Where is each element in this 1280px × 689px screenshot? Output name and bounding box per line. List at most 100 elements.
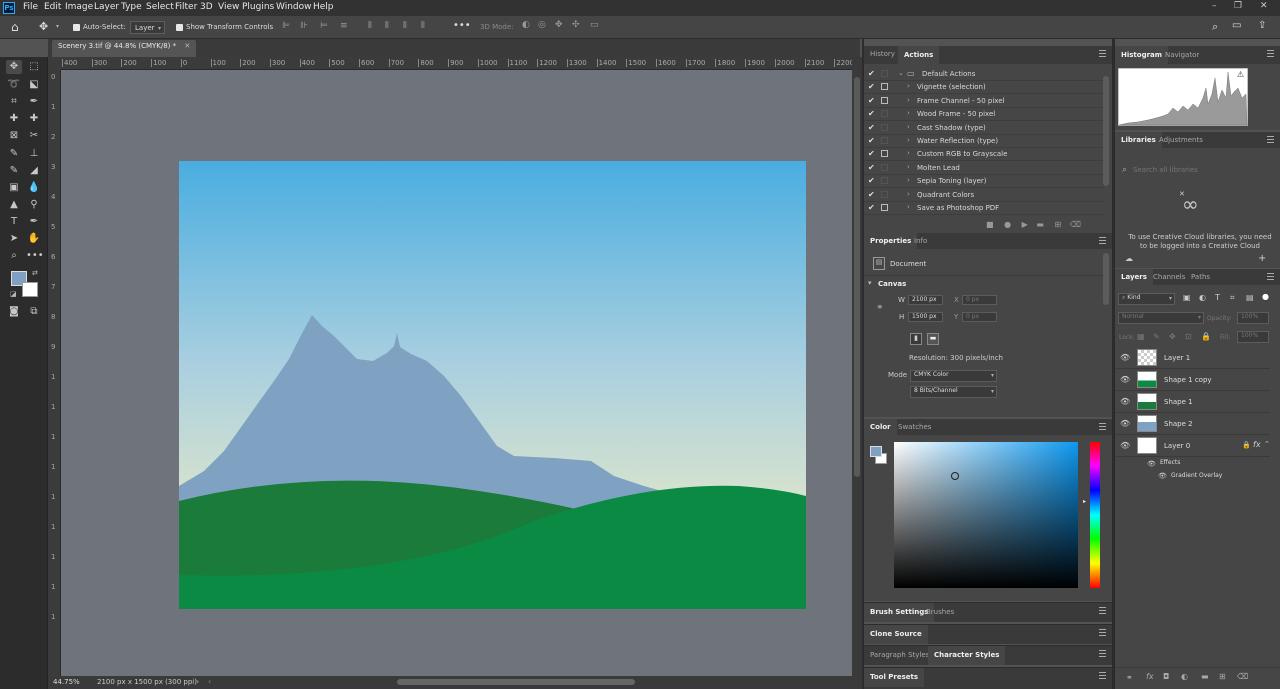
ruler-origin[interactable] [48,57,61,70]
close-window-icon[interactable]: ✕ [1260,1,1268,11]
warning-icon[interactable]: ⚠ [1237,70,1244,79]
action-row[interactable]: ✔ › Cast Shadow (type) [864,122,1104,135]
dialog-toggle-icon[interactable] [881,110,888,118]
expand-arrow-icon[interactable]: › [907,123,910,131]
blur-tool-icon[interactable]: 💧 [26,181,42,195]
3d-camera-icon[interactable]: ▭ [590,20,599,30]
clone-stamp-tool-icon[interactable]: ⊥ [26,147,42,161]
check-icon[interactable]: ✔ [868,149,875,158]
shape-tool-icon[interactable]: ▲ [6,198,22,212]
panel-menu-icon[interactable] [1267,50,1274,57]
expand-arrow-icon[interactable]: › [907,163,910,171]
eraser-tool-icon[interactable]: ◢ [26,164,42,178]
photoshop-logo-icon[interactable]: Ps [3,2,15,14]
chevron-up-icon[interactable]: ⌃ [1264,440,1270,448]
dialog-toggle-icon[interactable] [881,163,888,171]
menu-image[interactable]: Image [65,2,93,12]
add-mask-icon[interactable]: ◘ [1163,672,1169,681]
dialog-toggle-icon[interactable] [881,177,888,185]
more-tools-icon[interactable]: ••• [26,249,44,263]
dialog-toggle-icon[interactable] [881,123,888,131]
filter-toggle-icon[interactable]: ● [1262,292,1269,301]
zoom-level[interactable]: 44.75% [53,678,80,686]
menu-3d[interactable]: 3D [200,2,213,12]
marquee-tool-icon[interactable]: ⬚ [26,60,42,74]
workspace-icon[interactable]: ▭ [1232,20,1241,31]
y-field[interactable]: 0 px [962,312,997,322]
tab-clone-source[interactable]: Clone Source [864,625,928,644]
eye-icon[interactable]: 👁 [1120,353,1130,362]
expand-arrow-icon[interactable]: › [907,203,910,211]
filter-type-icon[interactable]: T [1215,293,1220,302]
bit-depth-dropdown[interactable]: 8 Bits/Channel ▾ [910,386,997,398]
new-layer-icon[interactable]: ⊞ [1219,672,1226,681]
panel-foreground-swatch[interactable] [870,446,882,457]
action-row[interactable]: ✔ › Quadrant Colors [864,189,1104,202]
healing-brush-tool-icon[interactable]: ✚ [6,112,22,126]
eye-icon[interactable]: 👁 [1120,397,1130,406]
height-field[interactable]: 1500 px [908,312,943,322]
content-aware-move-icon[interactable]: ✂ [26,129,42,143]
crop-tool-icon[interactable]: ⌗ [6,95,22,109]
link-layers-icon[interactable]: ⚭ [1126,673,1133,682]
blend-mode-dropdown[interactable]: Normal ▾ [1118,312,1204,324]
dialog-toggle-icon[interactable] [881,137,888,144]
dialog-toggle-icon[interactable] [881,150,888,158]
zoom-tool-icon[interactable]: ⌕ [6,249,22,263]
document-tab[interactable]: Scenery 3.tif @ 44.8% (CMYK/8) * ✕ [52,40,197,57]
trash-icon[interactable]: ⌫ [1070,220,1081,229]
menu-edit[interactable]: Edit [44,2,61,12]
patch-tool-icon[interactable]: ✚ [26,112,42,126]
portrait-icon[interactable]: ▮ [910,333,922,345]
landscape-icon[interactable]: ▬ [927,333,939,345]
filter-pixel-icon[interactable]: ▣ [1183,293,1191,302]
panel-menu-icon[interactable] [1099,672,1106,679]
lock-position-icon[interactable]: ✥ [1169,332,1176,341]
mode-dropdown[interactable]: CMYK Color ▾ [910,370,997,382]
layer-filter-dropdown[interactable]: ⌕ Kind ▾ [1118,293,1175,305]
action-row[interactable]: ✔ › Wood Frame - 50 pixel [864,108,1104,122]
check-icon[interactable]: ✔ [868,69,875,78]
expand-arrow-icon[interactable]: › [907,109,910,117]
check-icon[interactable]: ✔ [868,96,875,105]
expand-arrow-icon[interactable]: › [907,82,910,90]
menu-type[interactable]: Type [121,2,142,12]
panel-menu-icon[interactable] [1099,650,1106,657]
chevron-right-icon[interactable]: › [196,677,199,686]
panel-menu-icon[interactable] [1099,50,1106,57]
menu-help[interactable]: Help [313,2,334,12]
horizontal-scroll-thumb[interactable] [397,679,635,685]
vertical-scroll-thumb[interactable] [854,77,860,477]
minimize-icon[interactable]: – [1212,1,1217,11]
new-group-icon[interactable]: ▬ [1201,672,1209,681]
check-icon[interactable]: ✔ [868,82,875,91]
check-icon[interactable]: ✔ [868,109,875,118]
width-field[interactable]: 2100 px [908,295,943,305]
action-row[interactable]: ✔ › Save as Photoshop PDF [864,202,1104,215]
share-icon[interactable]: ⇪ [1258,20,1266,31]
brush-tool-icon[interactable]: ✎ [6,147,22,161]
tab-navigator[interactable]: Navigator [1159,46,1205,64]
default-colors-icon[interactable]: ◪ [10,290,17,298]
quick-mask-icon[interactable]: ◙ [6,305,22,319]
eye-icon[interactable]: 👁 [1147,460,1156,468]
properties-scroll-thumb[interactable] [1103,253,1109,305]
eye-icon[interactable]: 👁 [1158,472,1167,480]
new-set-icon[interactable]: ▬ [1036,220,1044,229]
dialog-toggle-icon[interactable] [881,70,888,77]
tab-paths[interactable]: Paths [1185,269,1216,285]
color-picker-cursor[interactable] [951,472,959,480]
adjustment-layer-icon[interactable]: ◐ [1181,672,1188,681]
eyedropper-tool-icon[interactable]: ✒ [26,95,42,109]
expand-arrow-icon[interactable]: ⌄ [898,69,904,77]
swap-colors-icon[interactable]: ⇄ [32,269,38,277]
check-icon[interactable]: ✔ [868,123,875,132]
lock-all-icon[interactable]: 🔒 [1201,332,1211,341]
check-icon[interactable]: ✔ [868,190,875,199]
action-row[interactable]: ✔ › Frame Channel - 50 pixel [864,95,1104,108]
panel-menu-icon[interactable] [1099,237,1106,244]
filter-smart-object-icon[interactable]: ▤ [1246,293,1254,302]
expand-arrow-icon[interactable]: › [907,96,910,104]
vertical-ruler[interactable]: 0 1 2 3 4 5 6 7 8 9 1 1 1 1 1 1 1 1 1 [48,70,61,676]
stop-icon[interactable]: ■ [986,220,994,229]
